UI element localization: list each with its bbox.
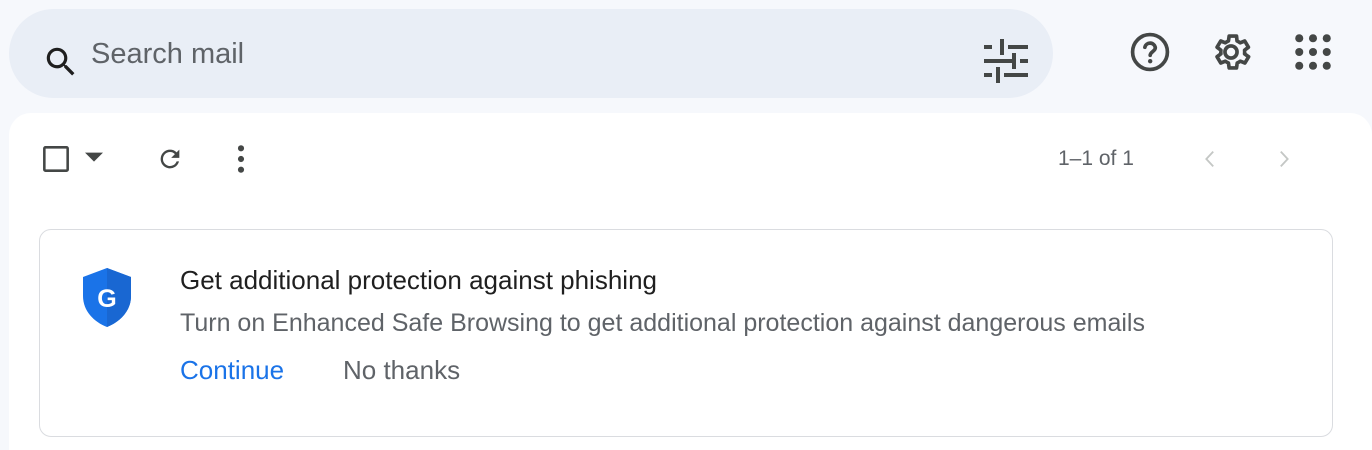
top-bar (0, 0, 1372, 108)
search-input[interactable] (91, 29, 951, 79)
chevron-right-icon[interactable] (1273, 147, 1295, 171)
help-icon[interactable] (1128, 30, 1172, 74)
continue-button[interactable]: Continue (180, 355, 284, 386)
settings-gear-icon[interactable] (1209, 30, 1253, 74)
select-dropdown-icon[interactable] (85, 151, 103, 165)
pagination-count: 1–1 of 1 (1058, 147, 1134, 170)
search-icon[interactable] (42, 43, 80, 81)
search-bar[interactable] (9, 9, 1053, 98)
tune-icon[interactable] (981, 39, 1031, 83)
promo-description: Turn on Enhanced Safe Browsing to get ad… (180, 309, 1145, 337)
promo-title: Get additional protection against phishi… (180, 265, 657, 295)
svg-text:G: G (97, 285, 116, 313)
mail-list-panel: 1–1 of 1 G Get additional protection aga… (9, 113, 1372, 450)
refresh-icon[interactable] (156, 145, 184, 173)
chevron-left-icon[interactable] (1199, 147, 1221, 171)
checkbox-icon[interactable] (42, 145, 70, 173)
apps-grid-icon[interactable] (1291, 30, 1335, 74)
google-shield-icon: G (83, 268, 131, 327)
more-vert-icon[interactable] (231, 143, 251, 175)
safe-browsing-promo-card: G Get additional protection against phis… (39, 229, 1333, 437)
no-thanks-button[interactable]: No thanks (343, 355, 460, 386)
